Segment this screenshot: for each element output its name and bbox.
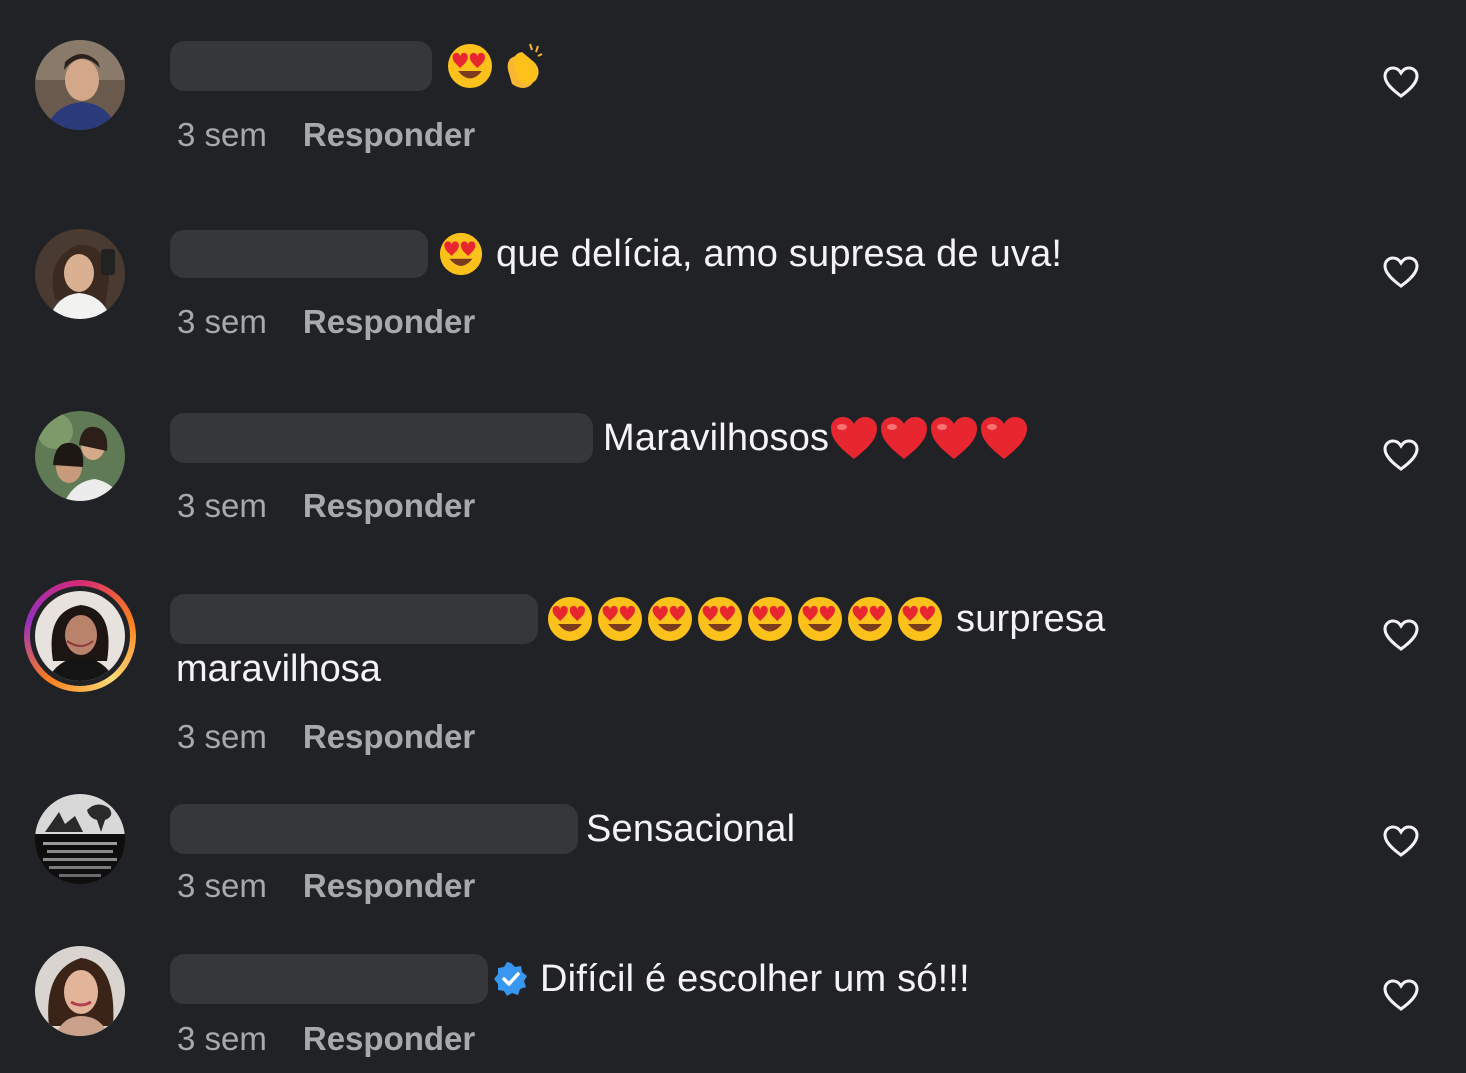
avatar[interactable]: [35, 794, 125, 884]
heart-outline-icon[interactable]: [1382, 824, 1420, 858]
avatar[interactable]: [35, 411, 125, 501]
comment-timestamp: 3 sem: [177, 867, 267, 904]
red-heart-emoji: [881, 417, 928, 459]
heart-eyes-emoji: [798, 597, 842, 641]
heart-eyes-emoji: [548, 597, 592, 641]
heart-outline-icon[interactable]: [1382, 618, 1420, 652]
heart-outline-icon[interactable]: [1382, 438, 1420, 472]
heart-eyes-emoji: [648, 597, 692, 641]
red-heart-emoji: [981, 417, 1028, 459]
username-redacted[interactable]: [170, 230, 428, 278]
clapping-hands-emoji: [507, 43, 543, 88]
avatar[interactable]: [35, 946, 125, 1036]
heart-outline-icon[interactable]: [1382, 978, 1420, 1012]
comment-timestamp: 3 sem: [177, 1020, 267, 1057]
heart-eyes-emoji: [439, 232, 483, 276]
verified-badge-icon: [494, 962, 527, 996]
reply-button[interactable]: Responder: [303, 1020, 475, 1058]
comment-text: que delícia, amo supresa de uva!: [496, 232, 1063, 275]
username-redacted[interactable]: [170, 41, 432, 91]
comment-text: Difícil é escolher um só!!!: [540, 957, 970, 1000]
heart-eyes-emoji: [448, 44, 492, 88]
comments-list: 3 sem Responder que delícia, amo supresa…: [0, 0, 1466, 1073]
comment-timestamp: 3 sem: [177, 116, 267, 153]
heart-eyes-emoji: [698, 597, 742, 641]
comment-text: Maravilhosos: [603, 416, 830, 459]
username-redacted[interactable]: [170, 413, 593, 463]
comment-text-continued: maravilhosa: [176, 648, 381, 690]
red-heart-emoji: [931, 417, 978, 459]
reply-button[interactable]: Responder: [303, 487, 475, 525]
comment-timestamp: 3 sem: [177, 303, 267, 340]
reply-button[interactable]: Responder: [303, 303, 475, 341]
username-redacted[interactable]: [170, 804, 578, 854]
avatar[interactable]: [35, 40, 125, 130]
reply-button[interactable]: Responder: [303, 116, 475, 154]
username-redacted[interactable]: [170, 594, 538, 644]
comment-text: surpresa: [956, 597, 1106, 640]
comment-timestamp: 3 sem: [177, 487, 267, 524]
heart-eyes-emoji: [748, 597, 792, 641]
reply-button[interactable]: Responder: [303, 867, 475, 905]
heart-eyes-emoji: [898, 597, 942, 641]
heart-outline-icon[interactable]: [1382, 65, 1420, 99]
username-redacted[interactable]: [170, 954, 488, 1004]
heart-eyes-emoji: [598, 597, 642, 641]
heart-eyes-emoji: [848, 597, 892, 641]
comment-timestamp: 3 sem: [177, 718, 267, 755]
heart-outline-icon[interactable]: [1382, 255, 1420, 289]
avatar-story-ring[interactable]: [24, 580, 136, 692]
avatar[interactable]: [35, 229, 125, 319]
reply-button[interactable]: Responder: [303, 718, 475, 756]
red-heart-emoji: [831, 417, 878, 459]
comment-text: Sensacional: [586, 807, 796, 850]
